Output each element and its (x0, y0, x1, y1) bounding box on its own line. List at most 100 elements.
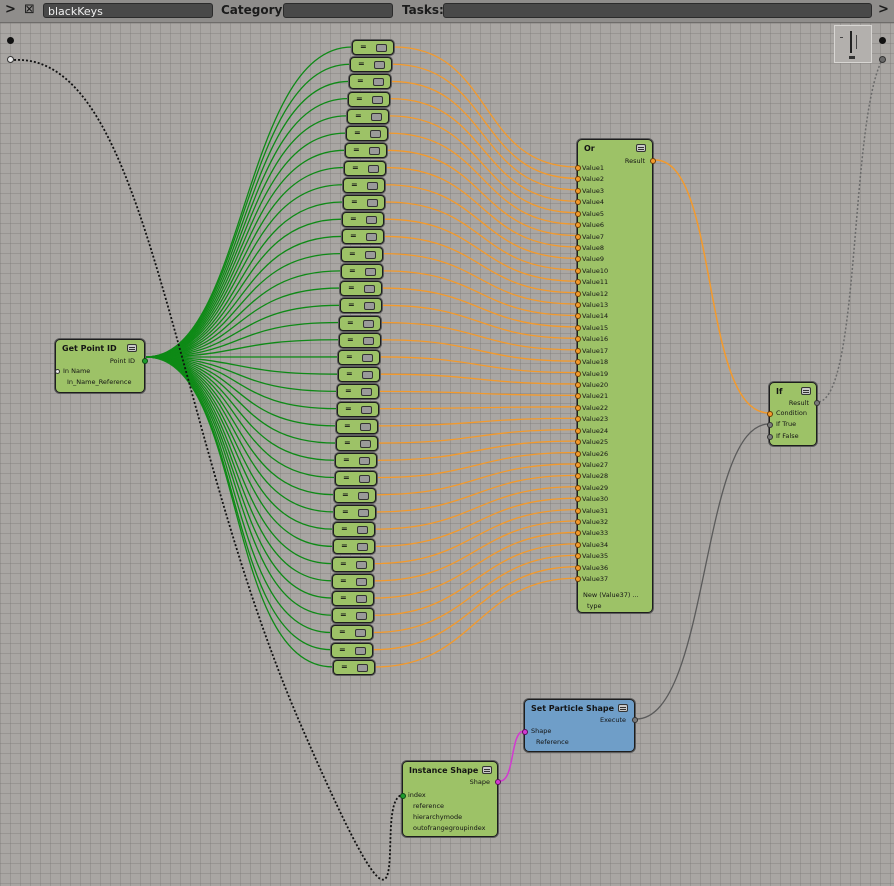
equal-node[interactable]: = (346, 126, 388, 142)
input-port-value[interactable] (575, 222, 581, 229)
equal-node[interactable]: = (333, 659, 375, 675)
node-menu-icon[interactable] (357, 663, 368, 672)
node-graph-canvas[interactable]: Get Point ID Point ID In Name In_Name_Re… (0, 23, 894, 886)
node-menu-icon[interactable] (364, 302, 375, 311)
equal-node[interactable]: = (341, 263, 383, 279)
node-menu-icon[interactable] (367, 181, 378, 190)
if-node[interactable]: If Result Condition If True If False (767, 382, 820, 446)
get-point-id-node[interactable]: Get Point ID Point ID In Name In_Name_Re… (55, 339, 148, 393)
or-node[interactable]: Or Result Value1 Value2 Value3 Value4 Value5… (575, 139, 656, 613)
node-menu-icon[interactable] (356, 560, 367, 569)
node-menu-icon[interactable] (368, 164, 379, 173)
node-menu-icon[interactable] (372, 95, 383, 104)
input-port-value[interactable] (575, 404, 581, 411)
input-port-value[interactable] (575, 416, 581, 423)
equal-node[interactable]: = (339, 315, 381, 331)
output-port-result[interactable] (650, 158, 656, 164)
input-port-if-false[interactable] (767, 434, 773, 440)
node-menu-icon[interactable] (355, 646, 366, 655)
node-menu-icon[interactable] (369, 147, 380, 156)
input-port-in-name[interactable] (55, 369, 60, 374)
input-port-value[interactable] (575, 564, 581, 571)
input-port-value[interactable] (575, 450, 581, 457)
output-port-execute[interactable] (632, 717, 638, 723)
equal-node[interactable]: = (333, 539, 375, 555)
input-port-value[interactable] (575, 576, 581, 583)
node-menu-icon[interactable] (366, 233, 377, 242)
node-menu-icon[interactable] (801, 387, 811, 395)
category-field[interactable] (283, 3, 393, 18)
graph-output-port-grey[interactable] (879, 56, 886, 63)
node-menu-icon[interactable] (366, 216, 377, 225)
input-port-value[interactable] (575, 507, 581, 514)
new-value-entry[interactable]: New (Value37) ... (583, 591, 639, 599)
input-port-value[interactable] (575, 359, 581, 366)
node-menu-icon[interactable] (355, 629, 366, 638)
equal-node[interactable]: = (332, 608, 374, 624)
equal-node[interactable]: = (331, 625, 373, 641)
input-port-value[interactable] (575, 381, 581, 388)
node-menu-icon[interactable] (374, 61, 385, 70)
output-port-result[interactable] (814, 400, 820, 406)
equal-node[interactable]: = (337, 384, 379, 400)
input-port-value[interactable] (575, 210, 581, 217)
input-port-value[interactable] (575, 244, 581, 251)
right-arrow-icon[interactable]: > (878, 2, 889, 17)
input-port-value[interactable] (575, 165, 581, 171)
equal-node[interactable]: = (332, 573, 374, 589)
graph-name-field[interactable]: blackKeys (43, 3, 213, 18)
input-port-value[interactable] (575, 530, 581, 537)
node-menu-icon[interactable] (365, 267, 376, 276)
input-port-value[interactable] (575, 370, 581, 377)
input-port-value[interactable] (575, 473, 581, 480)
node-menu-icon[interactable] (358, 508, 369, 517)
node-menu-icon[interactable] (618, 704, 628, 712)
node-menu-icon[interactable] (362, 371, 373, 380)
equal-node[interactable]: = (336, 436, 378, 452)
input-port-value[interactable] (575, 439, 581, 446)
node-menu-icon[interactable] (363, 319, 374, 328)
node-menu-icon[interactable] (356, 577, 367, 586)
equal-node[interactable]: = (348, 91, 390, 107)
node-menu-icon[interactable] (357, 543, 368, 552)
node-menu-icon[interactable] (361, 405, 372, 414)
equal-node[interactable]: = (347, 108, 389, 124)
node-menu-icon[interactable] (360, 422, 371, 431)
equal-node[interactable]: = (335, 470, 377, 486)
node-menu-icon[interactable] (358, 491, 369, 500)
input-port-condition[interactable] (767, 411, 773, 417)
input-port-value[interactable] (575, 393, 581, 400)
node-menu-icon[interactable] (359, 474, 370, 483)
node-menu-icon[interactable] (360, 440, 371, 449)
equal-node[interactable]: = (336, 418, 378, 434)
input-port-value[interactable] (575, 484, 581, 491)
expand-arrow-icon[interactable]: > (5, 2, 16, 17)
input-port-value[interactable] (575, 267, 581, 274)
input-port-value[interactable] (575, 233, 581, 240)
input-port-value[interactable] (575, 553, 581, 560)
node-menu-icon[interactable] (373, 78, 384, 87)
equal-node[interactable]: = (335, 453, 377, 469)
equal-node[interactable]: = (338, 349, 380, 365)
equal-node[interactable]: = (349, 74, 391, 90)
equal-node[interactable]: = (331, 642, 373, 658)
node-menu-icon[interactable] (365, 250, 376, 259)
input-port-value[interactable] (575, 290, 581, 297)
input-port-value[interactable] (575, 279, 581, 286)
input-port-value[interactable] (575, 324, 581, 331)
equal-node[interactable]: = (332, 556, 374, 572)
output-port-shape[interactable] (495, 779, 501, 785)
equal-node[interactable]: = (341, 246, 383, 262)
input-port-value[interactable] (575, 313, 581, 320)
node-menu-icon[interactable] (364, 285, 375, 294)
node-menu-icon[interactable] (367, 198, 378, 207)
input-port-if-true[interactable] (767, 422, 773, 428)
input-port-shape[interactable] (522, 729, 528, 735)
output-port-point-id[interactable] (142, 358, 148, 364)
node-menu-icon[interactable] (636, 144, 646, 152)
equal-node[interactable]: = (338, 367, 380, 383)
node-menu-icon[interactable] (357, 526, 368, 535)
equal-node[interactable]: = (343, 194, 385, 210)
node-menu-icon[interactable] (370, 130, 381, 139)
node-menu-icon[interactable] (356, 612, 367, 621)
